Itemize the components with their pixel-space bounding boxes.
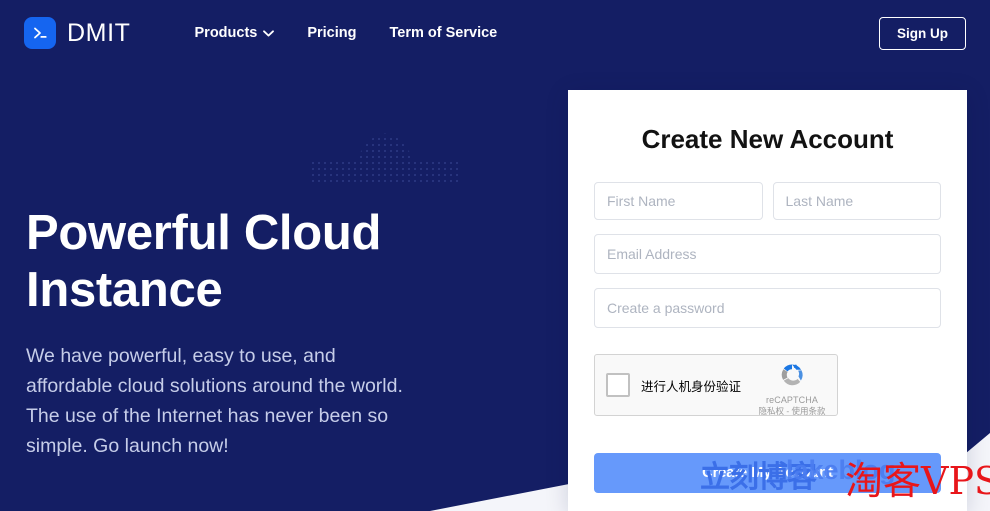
signup-button[interactable]: Sign Up	[879, 17, 966, 50]
password-input[interactable]	[594, 288, 941, 328]
hero-title: Powerful Cloud Instance	[26, 205, 446, 319]
nav-item-term-of-service[interactable]: Term of Service	[390, 25, 498, 41]
recaptcha-branding: reCAPTCHA 隐私权 - 使用条款	[755, 361, 829, 417]
top-navbar: DMIT Products Pricing Term of Service Si…	[0, 0, 990, 66]
nav-item-term-of-service-label: Term of Service	[390, 25, 498, 41]
hero-title-line2: Instance	[26, 262, 446, 319]
recaptcha-brand-name: reCAPTCHA	[755, 395, 829, 405]
recaptcha-widget[interactable]: 进行人机身份验证 reCAPTCHA 隐私权 - 使用条款	[594, 354, 838, 416]
create-account-submit-button[interactable]: Create My Account	[594, 453, 941, 493]
card-title: Create New Account	[594, 124, 941, 155]
email-input[interactable]	[594, 234, 941, 274]
recaptcha-label: 进行人机身份验证	[641, 376, 741, 395]
nav-item-pricing-label: Pricing	[307, 25, 356, 41]
name-field-row	[594, 182, 941, 220]
hero-subtitle: We have powerful, easy to use, and affor…	[26, 341, 416, 461]
brand-logo[interactable]: DMIT	[24, 17, 131, 49]
create-account-card: Create New Account 进行人机身份验证	[568, 90, 967, 511]
nav-item-products[interactable]: Products	[195, 25, 275, 41]
brand-name: DMIT	[67, 19, 131, 48]
recaptcha-terms[interactable]: 隐私权 - 使用条款	[755, 405, 829, 417]
hero-section: Powerful Cloud Instance We have powerful…	[26, 205, 446, 461]
nav-links: Products Pricing Term of Service	[195, 25, 498, 41]
hero-title-line1: Powerful Cloud	[26, 205, 446, 262]
chevron-down-icon	[263, 30, 274, 37]
nav-item-pricing[interactable]: Pricing	[307, 25, 356, 41]
nav-item-products-label: Products	[195, 25, 258, 41]
recaptcha-checkbox[interactable]	[606, 373, 630, 397]
terminal-prompt-icon	[24, 17, 56, 49]
first-name-input[interactable]	[594, 182, 763, 220]
last-name-input[interactable]	[773, 182, 942, 220]
recaptcha-logo-icon	[755, 361, 829, 394]
decorative-dot-pattern	[310, 100, 460, 186]
page-root: DMIT Products Pricing Term of Service Si…	[0, 0, 990, 511]
